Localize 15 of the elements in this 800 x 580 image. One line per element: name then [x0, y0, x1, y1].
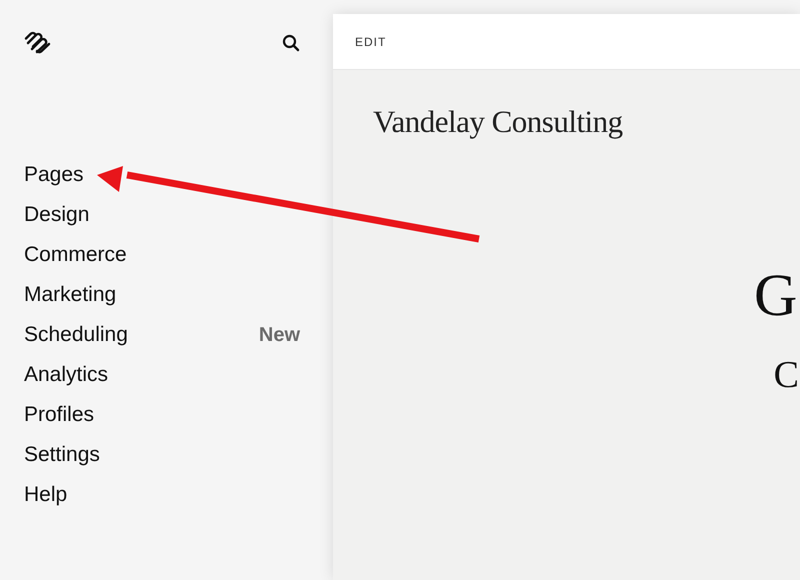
- nav-item[interactable]: Analytics: [24, 363, 108, 387]
- nav-item[interactable]: Scheduling: [24, 323, 128, 347]
- nav-item[interactable]: Commerce: [24, 243, 127, 267]
- nav-item[interactable]: Marketing: [24, 283, 116, 307]
- nav-item[interactable]: Help: [24, 483, 68, 507]
- site-title: Vandelay Consulting: [373, 104, 624, 140]
- nav-item[interactable]: Design: [24, 203, 90, 227]
- nav-item[interactable]: Settings: [24, 443, 100, 467]
- new-label: New: [258, 324, 300, 346]
- nav-item[interactable]: Profiles: [24, 403, 94, 427]
- search-icon[interactable]: [282, 34, 300, 52]
- nav-item[interactable]: Pages: [24, 163, 84, 187]
- edit-tab[interactable]: EDIT: [355, 34, 386, 48]
- heading-text: C: [774, 355, 799, 395]
- heading-text: G: [754, 265, 798, 325]
